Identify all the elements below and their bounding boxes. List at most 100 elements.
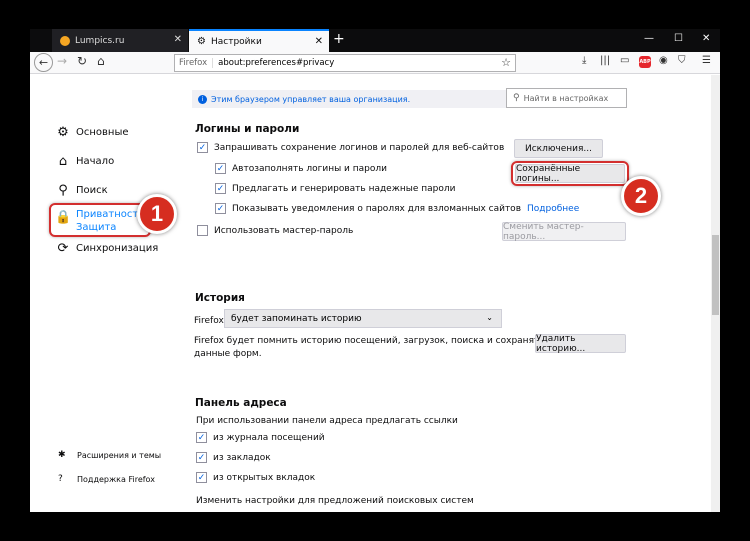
tab-lumpics[interactable]: Lumpics.ru ✕ bbox=[52, 29, 188, 52]
suggest-bookmarks-label: из закладок bbox=[213, 452, 271, 463]
adblock-icon[interactable]: ABP bbox=[639, 56, 651, 68]
sidebar-item-label: Поддержка Firefox bbox=[77, 474, 155, 484]
sidebar-item-home[interactable]: ⌂ Начало bbox=[55, 154, 114, 169]
history-mode-select[interactable]: будет запоминать историю ⌄ bbox=[224, 309, 502, 328]
scrollbar-thumb[interactable] bbox=[712, 235, 719, 315]
home-button[interactable]: ⌂ bbox=[97, 54, 105, 68]
suggest-tabs-label: из открытых вкладок bbox=[213, 472, 316, 483]
search-icon: ⚲ bbox=[58, 183, 68, 198]
autofill-checkbox[interactable]: ✓ bbox=[215, 163, 226, 174]
master-password-row[interactable]: Использовать мастер-пароль bbox=[197, 225, 353, 236]
ask-save-label: Запрашивать сохранение логинов и паролей… bbox=[214, 142, 505, 153]
sidebar-item-sync[interactable]: ⟳ Синхронизация bbox=[55, 241, 159, 256]
sidebar-item-search[interactable]: ⚲ Поиск bbox=[55, 183, 108, 198]
suggest-tabs-checkbox[interactable]: ✓ bbox=[196, 472, 207, 483]
suggest-bookmarks-checkbox[interactable]: ✓ bbox=[196, 452, 207, 463]
close-tab-icon[interactable]: ✕ bbox=[315, 36, 323, 47]
suggest-bookmarks-row[interactable]: ✓ из закладок bbox=[196, 452, 271, 463]
sidebar-item-label: Синхронизация bbox=[76, 243, 159, 254]
sidebar-item-general[interactable]: ⚙ Основные bbox=[55, 125, 129, 140]
sync-icon: ⟳ bbox=[57, 241, 69, 256]
sidebar-item-label: Основные bbox=[76, 127, 129, 138]
saved-logins-highlight bbox=[511, 161, 629, 186]
download-icon[interactable]: ⤓ bbox=[582, 55, 586, 66]
identity-label: Firefox bbox=[175, 58, 214, 68]
suggest-history-label: из журнала посещений bbox=[213, 432, 325, 443]
history-desc-line2: данные форм. bbox=[194, 349, 262, 359]
browser-window: Lumpics.ru ✕ ⚙ Настройки ✕ + — ☐ ✕ ← → ↻… bbox=[30, 29, 720, 512]
sidebar-item-label: Поиск bbox=[76, 185, 108, 196]
sidebar-item-support[interactable]: ? Поддержка Firefox bbox=[58, 474, 155, 484]
ask-save-checkbox[interactable]: ✓ bbox=[197, 142, 208, 153]
tab-label: Lumpics.ru bbox=[75, 35, 125, 46]
privacy-highlight bbox=[49, 203, 151, 237]
exceptions-button[interactable]: Исключения... bbox=[514, 139, 603, 158]
history-select-value: будет запоминать историю bbox=[231, 313, 362, 324]
reload-button[interactable]: ↻ bbox=[77, 54, 87, 68]
shield-icon[interactable]: ⛉ bbox=[678, 55, 686, 66]
maximize-icon[interactable]: ☐ bbox=[674, 33, 683, 44]
scrollbar[interactable] bbox=[711, 75, 720, 512]
history-firefox-label: Firefox bbox=[194, 316, 224, 326]
info-icon: i bbox=[198, 94, 207, 104]
search-icon: ⚲ bbox=[513, 93, 520, 103]
history-section-title: История bbox=[195, 292, 245, 304]
search-input[interactable]: ⚲ Найти в настройках bbox=[506, 88, 627, 108]
alerts-label: Показывать уведомления о паролях для взл… bbox=[232, 203, 521, 214]
clear-history-button[interactable]: Удалить историю... bbox=[535, 334, 626, 354]
suggest-tabs-row[interactable]: ✓ из открытых вкладок bbox=[196, 472, 315, 483]
history-description: Firefox будет помнить историю посещений,… bbox=[194, 335, 545, 361]
help-icon: ? bbox=[58, 474, 63, 484]
preferences-page: i Этим браузером управляет ваша организа… bbox=[30, 75, 720, 512]
menu-icon[interactable]: ☰ bbox=[702, 55, 711, 66]
address-bar-section-title: Панель адреса bbox=[195, 397, 287, 409]
bookmark-star-icon[interactable]: ☆ bbox=[501, 56, 511, 69]
learn-more-link[interactable]: Подробнее bbox=[527, 204, 579, 214]
tab-strip: Lumpics.ru ✕ ⚙ Настройки ✕ + — ☐ ✕ bbox=[30, 29, 720, 52]
library-icon[interactable]: ||| bbox=[600, 55, 610, 66]
minimize-icon[interactable]: — bbox=[644, 33, 654, 44]
puzzle-icon: ✱ bbox=[58, 450, 66, 460]
sidebar-item-addons[interactable]: ✱ Расширения и темы bbox=[58, 450, 161, 460]
new-tab-button[interactable]: + bbox=[333, 31, 345, 47]
master-password-checkbox[interactable] bbox=[197, 225, 208, 236]
url-bar[interactable]: Firefox about:preferences#privacy ☆ bbox=[174, 54, 516, 72]
policy-banner-text: Этим браузером управляет ваша организаци… bbox=[211, 94, 411, 104]
suggest-history-checkbox[interactable]: ✓ bbox=[196, 432, 207, 443]
lumpics-favicon-icon bbox=[60, 35, 70, 46]
gear-icon: ⚙ bbox=[57, 125, 69, 140]
back-button[interactable]: ← bbox=[34, 53, 53, 72]
autofill-label: Автозаполнять логины и пароли bbox=[232, 163, 387, 174]
sidebar-item-label: Начало bbox=[76, 156, 115, 167]
gear-icon: ⚙ bbox=[197, 36, 206, 47]
sidebar-item-label: Расширения и темы bbox=[77, 450, 162, 460]
suggest-row[interactable]: ✓ Предлагать и генерировать надежные пар… bbox=[215, 183, 455, 194]
navigation-bar: ← → ↻ ⌂ Firefox about:preferences#privac… bbox=[30, 52, 720, 74]
address-bar-description: При использовании панели адреса предлага… bbox=[196, 416, 458, 426]
tab-label: Настройки bbox=[210, 36, 262, 47]
suggest-history-row[interactable]: ✓ из журнала посещений bbox=[196, 432, 325, 443]
master-password-label: Использовать мастер-пароль bbox=[214, 225, 354, 236]
account-icon[interactable]: ◉ bbox=[659, 55, 668, 66]
ask-save-row[interactable]: ✓ Запрашивать сохранение логинов и парол… bbox=[197, 142, 504, 153]
close-tab-icon[interactable]: ✕ bbox=[174, 34, 182, 45]
badge-number: 1 bbox=[150, 201, 164, 226]
close-window-icon[interactable]: ✕ bbox=[702, 33, 710, 44]
forward-button[interactable]: → bbox=[57, 54, 67, 68]
reader-icon[interactable]: ▭ bbox=[620, 55, 629, 66]
tab-settings[interactable]: ⚙ Настройки ✕ bbox=[189, 29, 329, 52]
home-icon: ⌂ bbox=[58, 154, 68, 169]
step-badge-2: 2 bbox=[621, 176, 661, 216]
change-master-password-button[interactable]: Сменить мастер-пароль... bbox=[502, 222, 626, 242]
alerts-checkbox[interactable]: ✓ bbox=[215, 203, 226, 214]
step-badge-1: 1 bbox=[137, 194, 177, 234]
history-desc-line1: Firefox будет помнить историю посещений,… bbox=[194, 336, 545, 346]
policy-banner[interactable]: i Этим браузером управляет ваша организа… bbox=[192, 90, 525, 108]
logins-section-title: Логины и пароли bbox=[195, 123, 300, 135]
change-search-suggestions-link[interactable]: Изменить настройки для предложений поиск… bbox=[196, 495, 474, 508]
autofill-row[interactable]: ✓ Автозаполнять логины и пароли bbox=[215, 163, 387, 174]
suggest-checkbox[interactable]: ✓ bbox=[215, 183, 226, 194]
alerts-row[interactable]: ✓ Показывать уведомления о паролях для в… bbox=[215, 203, 579, 214]
badge-number: 2 bbox=[634, 183, 648, 208]
url-text: about:preferences#privacy bbox=[218, 58, 335, 68]
